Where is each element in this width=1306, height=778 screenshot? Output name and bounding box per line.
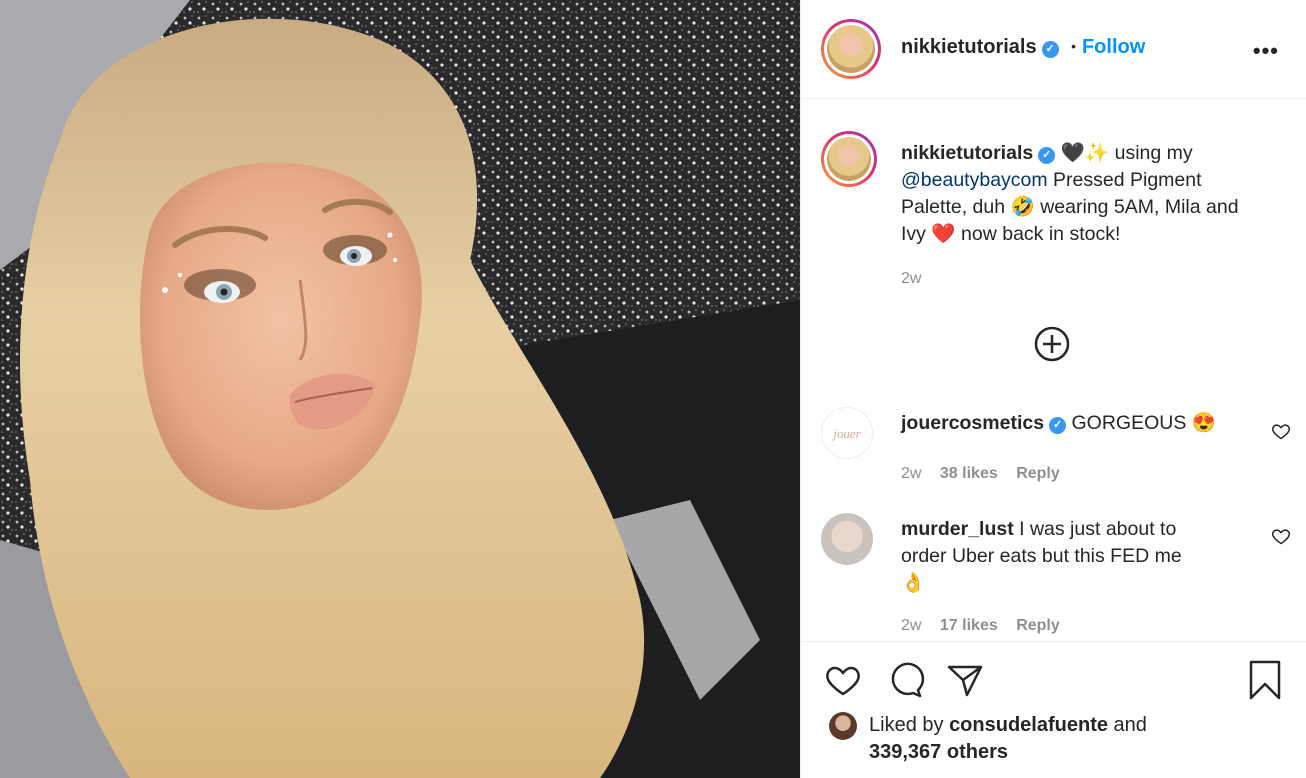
- caption-time[interactable]: 2w: [901, 270, 921, 287]
- comment-icon[interactable]: [885, 660, 925, 700]
- follow-button[interactable]: Follow: [1082, 36, 1145, 58]
- post-header: nikkietutorials ✓ • Follow •••: [801, 0, 1306, 99]
- comment-item: jouer jouercosmetics ✓ GORGEOUS 😍 2w 38 l…: [821, 407, 1291, 487]
- header-separator: •: [1071, 38, 1076, 54]
- liker-avatar[interactable]: [829, 712, 857, 740]
- comment-meta: 2w 17 likes Reply: [901, 617, 1074, 635]
- emoji-rofl: 🤣: [1010, 196, 1035, 218]
- post-side-panel: nikkietutorials ✓ • Follow ••• nikkietutor…: [800, 0, 1306, 778]
- comment-body: I was just about to: [1019, 518, 1177, 540]
- comment-avatar[interactable]: jouer: [821, 407, 873, 459]
- likes-and: and: [1113, 714, 1147, 736]
- comment-body: GORGEOUS: [1071, 412, 1187, 434]
- emoji-sparkles: ✨: [1084, 142, 1110, 164]
- emoji-heart: ❤️: [931, 223, 956, 245]
- author-username[interactable]: nikkietutorials: [901, 36, 1037, 58]
- comment-meta: 2w 38 likes Reply: [901, 465, 1074, 483]
- verified-badge-icon: ✓: [1049, 417, 1067, 434]
- comment-likes[interactable]: 17 likes: [940, 617, 998, 634]
- header-meta: nikkietutorials ✓ • Follow: [901, 36, 1145, 59]
- mention-link[interactable]: @beautybaycom: [901, 169, 1048, 191]
- caption-segment: using my: [1114, 142, 1193, 164]
- comment-username[interactable]: jouercosmetics: [901, 412, 1044, 434]
- caption-segment: now back in stock!: [961, 223, 1121, 245]
- post-image[interactable]: [0, 0, 800, 778]
- emoji-black-heart: 🖤: [1060, 142, 1085, 164]
- post-photo-illustration: [0, 0, 800, 778]
- comment-text: jouercosmetics ✓ GORGEOUS 😍: [901, 410, 1261, 437]
- author-avatar[interactable]: [821, 19, 881, 79]
- more-options-icon[interactable]: •••: [1253, 38, 1279, 64]
- comment-heart-icon[interactable]: [1271, 526, 1291, 546]
- post-actions: Liked by consudelafuente and 339,367 oth…: [801, 641, 1306, 778]
- emoji-heart-eyes: 😍: [1191, 412, 1217, 434]
- comment-time[interactable]: 2w: [901, 465, 921, 482]
- comment-avatar[interactable]: [821, 513, 873, 565]
- comment-text: murder_lust I was just about to order Ub…: [901, 516, 1261, 597]
- comment-item: murder_lust I was just about to order Ub…: [821, 513, 1291, 640]
- likes-count[interactable]: 339,367 others: [869, 741, 1008, 763]
- paper-plane-icon[interactable]: [945, 660, 985, 700]
- comment-time[interactable]: 2w: [901, 617, 921, 634]
- caption: nikkietutorials ✓ 🖤✨ using my @beautybayc…: [821, 131, 1261, 331]
- bookmark-icon[interactable]: [1245, 660, 1285, 700]
- caption-avatar[interactable]: [821, 131, 877, 187]
- comment-likes[interactable]: 38 likes: [940, 465, 998, 482]
- heart-icon[interactable]: [823, 660, 863, 700]
- caption-username[interactable]: nikkietutorials: [901, 142, 1033, 164]
- reply-button[interactable]: Reply: [1016, 617, 1060, 634]
- caption-text: nikkietutorials ✓ 🖤✨ using my @beautybayc…: [901, 140, 1261, 248]
- verified-badge-icon: ✓: [1038, 147, 1056, 164]
- emoji-ok-hand: 👌: [901, 572, 926, 594]
- verified-badge-icon: ✓: [1041, 41, 1059, 58]
- likes-prefix: Liked by: [869, 714, 944, 736]
- plus-circle-icon[interactable]: [1034, 326, 1070, 362]
- comment-username[interactable]: murder_lust: [901, 518, 1014, 540]
- reply-button[interactable]: Reply: [1016, 465, 1060, 482]
- comments-area[interactable]: nikkietutorials ✓ 🖤✨ using my @beautybayc…: [801, 100, 1306, 640]
- likes-text: Liked by consudelafuente and 339,367 oth…: [869, 712, 1147, 766]
- comment-body: order Uber eats but this FED me: [901, 545, 1182, 567]
- caption-meta: 2w: [901, 270, 935, 288]
- liker-username[interactable]: consudelafuente: [949, 714, 1108, 736]
- comment-heart-icon[interactable]: [1271, 421, 1291, 441]
